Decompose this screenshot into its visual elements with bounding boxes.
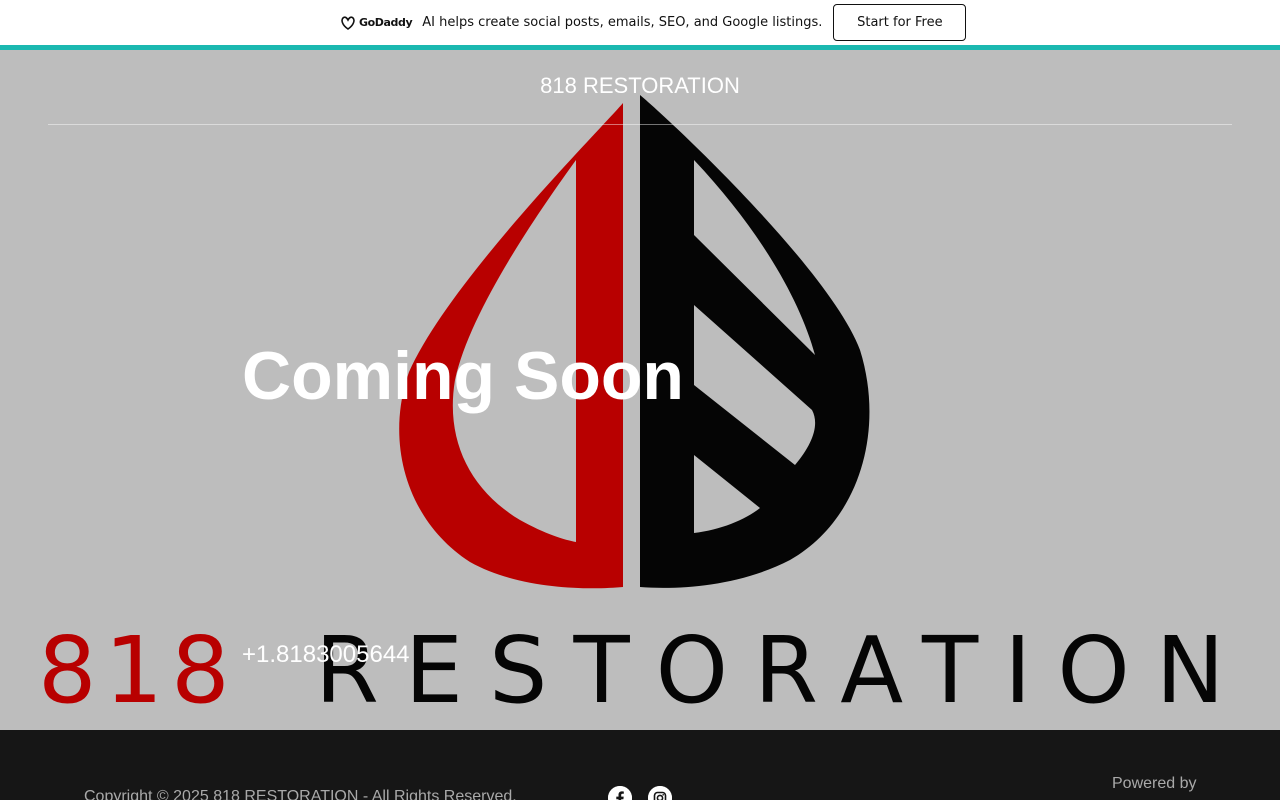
powered-by-text[interactable]: Powered by [1112, 775, 1197, 793]
promo-banner: GoDaddy AI helps create social posts, em… [0, 0, 1280, 45]
godaddy-logo[interactable]: GoDaddy [340, 15, 413, 30]
godaddy-glyph-icon [341, 15, 355, 30]
logo-wordmark-text: RESTORATION [315, 617, 1251, 724]
logo-wordmark-number: 818 [38, 617, 238, 724]
phone-number[interactable]: +1.8183005644 [242, 641, 410, 669]
promo-message: AI helps create social posts, emails, SE… [422, 15, 823, 30]
instagram-icon[interactable] [648, 786, 672, 800]
site-title[interactable]: 818 RESTORATION [0, 73, 1280, 99]
godaddy-wordmark: GoDaddy [359, 16, 413, 29]
facebook-icon[interactable] [608, 786, 632, 800]
social-links [608, 786, 672, 800]
hero-section: 818 RESTORATION 818 RESTORATION Coming S… [0, 50, 1280, 730]
start-for-free-button[interactable]: Start for Free [833, 4, 967, 41]
promo-content: GoDaddy AI helps create social posts, em… [340, 4, 967, 41]
header-divider [48, 124, 1232, 125]
coming-soon-headline: Coming Soon [242, 338, 684, 414]
copyright-text: Copyright © 2025 818 RESTORATION - All R… [84, 788, 517, 800]
site-footer: Copyright © 2025 818 RESTORATION - All R… [0, 730, 1280, 800]
